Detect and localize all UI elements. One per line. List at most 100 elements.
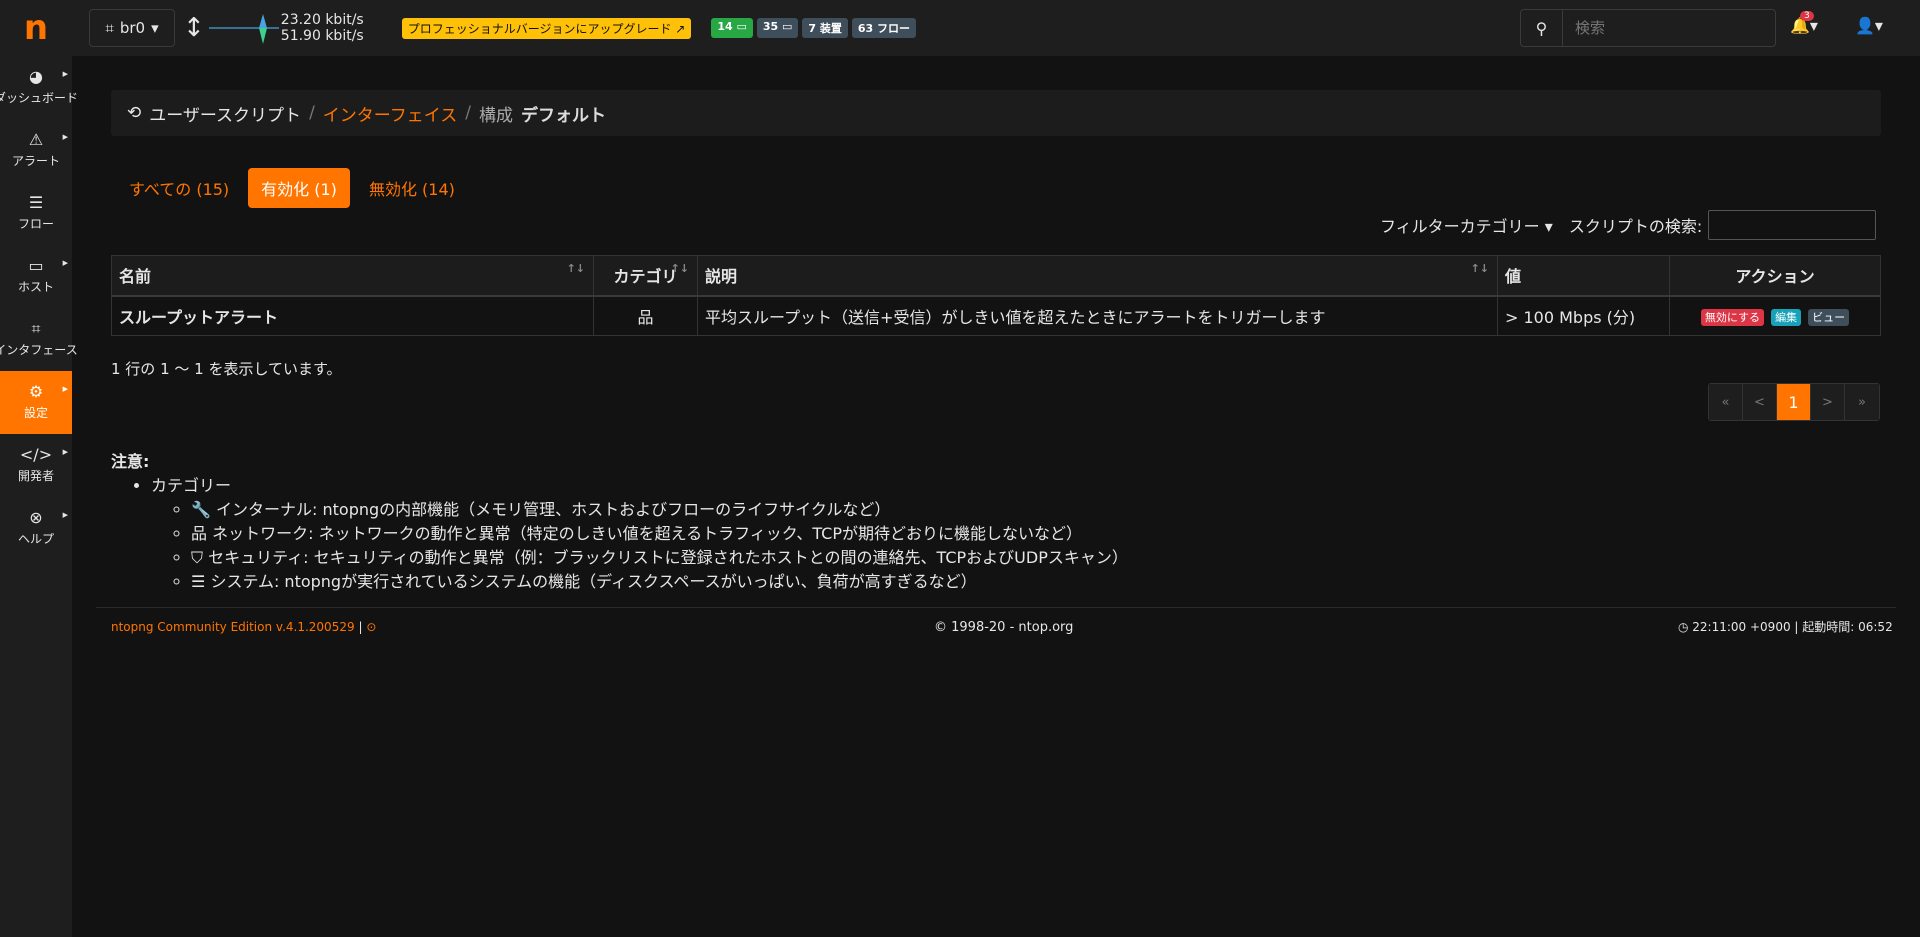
sidebar-item-label: ヘルプ (17, 532, 54, 546)
col-description[interactable]: 説明 ↑↓ (697, 255, 1498, 297)
tab-enabled[interactable]: 有効化 (1) (248, 168, 350, 208)
flows-badge[interactable]: 63 フロー (851, 18, 917, 38)
footer-copyright: © 1998-20 - ntop.org (934, 620, 1074, 635)
sidebar-item-label: ダッシュボード (0, 91, 79, 105)
notes-section: 注意: カテゴリー 🔧 インターナル: ntopngの内部機能（メモリ管理、ホス… (111, 450, 1128, 594)
col-actions-label: アクション (1735, 267, 1815, 287)
search-input[interactable] (1562, 9, 1776, 47)
search-icon: ⚲ (1520, 9, 1562, 47)
up-down-arrows-icon: ↕ (183, 13, 205, 43)
interface-dropdown[interactable]: ⌗ br0 ▾ (89, 9, 175, 47)
sidebar-item-interfaces[interactable]: ⌗ インタフェース (0, 308, 78, 371)
sidebar-item-label: アラート (11, 154, 60, 168)
sidebar-item-hosts[interactable]: ▭ ホスト ▶ (0, 245, 72, 308)
caret-down-icon: ▾ (151, 19, 159, 37)
filter-category-label: フィルターカテゴリー (1380, 217, 1540, 236)
caret-right-icon: ▶ (62, 511, 68, 519)
col-actions: アクション (1669, 255, 1881, 297)
footer-edition: ntopng Community Edition v.4.1.200529 | … (111, 620, 376, 634)
page-1[interactable]: 1 (1777, 384, 1811, 420)
col-description-label: 説明 (705, 267, 738, 287)
sidebar-item-label: フロー (17, 217, 54, 231)
wrench-icon: 🔧 (191, 500, 211, 519)
sidebar-item-alerts[interactable]: ⚠ アラート ▶ (0, 119, 72, 182)
note-system: システム: ntopngが実行されているシステムの機能（ディスクスペースがいっぱ… (210, 572, 977, 591)
breadcrumb-current: デフォルト (521, 105, 607, 126)
col-name-label: 名前 (119, 267, 152, 287)
laptop-icon: ▭ (28, 256, 44, 275)
list-item: ☰ システム: ntopngが実行されているシステムの機能（ディスクスペースがい… (191, 570, 1128, 594)
script-filter-tabs: すべての (15) 有効化 (1) 無効化 (14) (116, 168, 468, 208)
search-box: ⚲ (1520, 9, 1776, 47)
status-badges: 14 ▭ 35 ▭ 7 装置 63 フロー (711, 18, 917, 38)
scripts-icon: ⟲ (127, 103, 142, 123)
table-row: スループットアラート 品 平均スループット（送信+受信）がしきい値を超えたときに… (111, 295, 1881, 336)
alerts-dropdown[interactable]: 🔔▾ 3 (1790, 11, 1818, 35)
gear-icon: ⚙ (28, 382, 44, 401)
sidebar-item-label: インタフェース (0, 343, 78, 357)
sidebar-item-flows[interactable]: ☰ フロー (0, 182, 72, 245)
traffic-indicator[interactable]: ↕ 23.20 kbit/s 51.90 kbit/s (183, 8, 364, 48)
rate-up: 23.20 kbit/s (280, 12, 364, 28)
devices-badge[interactable]: 7 装置 (802, 18, 848, 38)
notes-title: 注意: (111, 452, 150, 471)
script-actions: 無効にする 編集 ビュー (1669, 295, 1881, 336)
edit-button[interactable]: 編集 (1771, 309, 1802, 327)
col-category[interactable]: カテゴリ ↑↓ (593, 255, 698, 297)
page-next[interactable]: > (1811, 384, 1845, 420)
interface-name: br0 (119, 19, 146, 37)
table-header-row: 名前 ↑↓ カテゴリ ↑↓ 説明 ↑↓ 値 アクション (111, 255, 1881, 297)
notes-category: カテゴリー (151, 476, 232, 495)
list-item: ⛉ セキュリティ: セキュリティの動作と異常（例：ブラックリストに登録されたホス… (191, 546, 1128, 570)
caret-down-icon: ▾ (1874, 16, 1883, 35)
caret-right-icon: ▶ (62, 133, 68, 141)
page-first[interactable]: « (1709, 384, 1743, 420)
traffic-sparkline (208, 14, 279, 44)
sort-icon: ↑↓ (1470, 262, 1489, 275)
shield-icon: ⛉ (191, 548, 204, 567)
dashboard-icon: ◕ (29, 67, 43, 86)
breadcrumb-separator: / (465, 103, 472, 123)
tab-all[interactable]: すべての (15) (116, 168, 242, 208)
local-hosts-badge[interactable]: 14 ▭ (711, 18, 753, 38)
disable-button[interactable]: 無効にする (1700, 309, 1764, 327)
breadcrumb-current-prefix: 構成 (479, 105, 514, 126)
breadcrumb-interface-link[interactable]: インターフェイス (323, 101, 457, 126)
col-value: 値 (1497, 255, 1670, 297)
user-dropdown[interactable]: 👤▾ (1855, 16, 1883, 35)
warning-icon: ⚠ (28, 130, 44, 149)
caret-right-icon: ▶ (62, 385, 68, 393)
rate-down: 51.90 kbit/s (280, 28, 364, 44)
view-button[interactable]: ビュー (1808, 309, 1850, 327)
sidebar-item-settings[interactable]: ⚙ 設定 ▶ (0, 371, 72, 434)
script-value: > 100 Mbps (分) (1497, 295, 1670, 336)
ntopng-logo[interactable]: n (0, 0, 72, 56)
ethernet-icon: ⌗ (31, 319, 41, 338)
scripts-table: 名前 ↑↓ カテゴリ ↑↓ 説明 ↑↓ 値 アクション スループットアラート 品 平均… (111, 255, 1881, 336)
page-last[interactable]: » (1845, 384, 1879, 420)
edition-link[interactable]: ntopng Community Edition v.4.1.200529 (111, 620, 355, 634)
col-name[interactable]: 名前 ↑↓ (111, 255, 594, 297)
github-icon[interactable]: ⊙ (366, 620, 376, 634)
script-search-input[interactable] (1708, 210, 1877, 240)
upgrade-link[interactable]: プロフェッショナルバージョンにアップグレード ↗ (401, 17, 692, 39)
breadcrumb-separator: / (309, 103, 315, 123)
code-icon: </> (19, 445, 53, 464)
page-prev[interactable]: < (1743, 384, 1777, 420)
footer-separator: | (358, 620, 363, 634)
sidebar-item-help[interactable]: ⊗ ヘルプ ▶ (0, 497, 72, 560)
col-value-label: 値 (1505, 267, 1522, 287)
sidebar-item-dashboard[interactable]: ◕ ダッシュボード ▶ (0, 56, 78, 119)
server-icon: ☰ (191, 572, 206, 591)
hosts-badge[interactable]: 35 ▭ (756, 18, 799, 38)
filter-category-dropdown[interactable]: フィルターカテゴリー ▾ (1380, 213, 1553, 237)
caret-right-icon: ▶ (62, 70, 68, 78)
footer-time: ◷ 22:11:00 +0900 | 起動時間: 06:52 (1678, 620, 1893, 634)
tab-disabled[interactable]: 無効化 (14) (356, 168, 468, 208)
sort-icon: ↑↓ (566, 262, 585, 275)
network-icon: 品 (593, 295, 698, 336)
sidebar-item-developer[interactable]: </> 開発者 ▶ (0, 434, 72, 497)
note-network: ネットワーク: ネットワークの動作と異常（特定のしきい値を超えるトラフィック、T… (212, 524, 1083, 543)
sidebar: n ◕ ダッシュボード ▶ ⚠ アラート ▶ ☰ フロー ▭ ホスト ▶ ⌗ イ… (0, 0, 78, 937)
table-info: 1 行の 1 ～ 1 を表示しています。 (111, 360, 342, 378)
